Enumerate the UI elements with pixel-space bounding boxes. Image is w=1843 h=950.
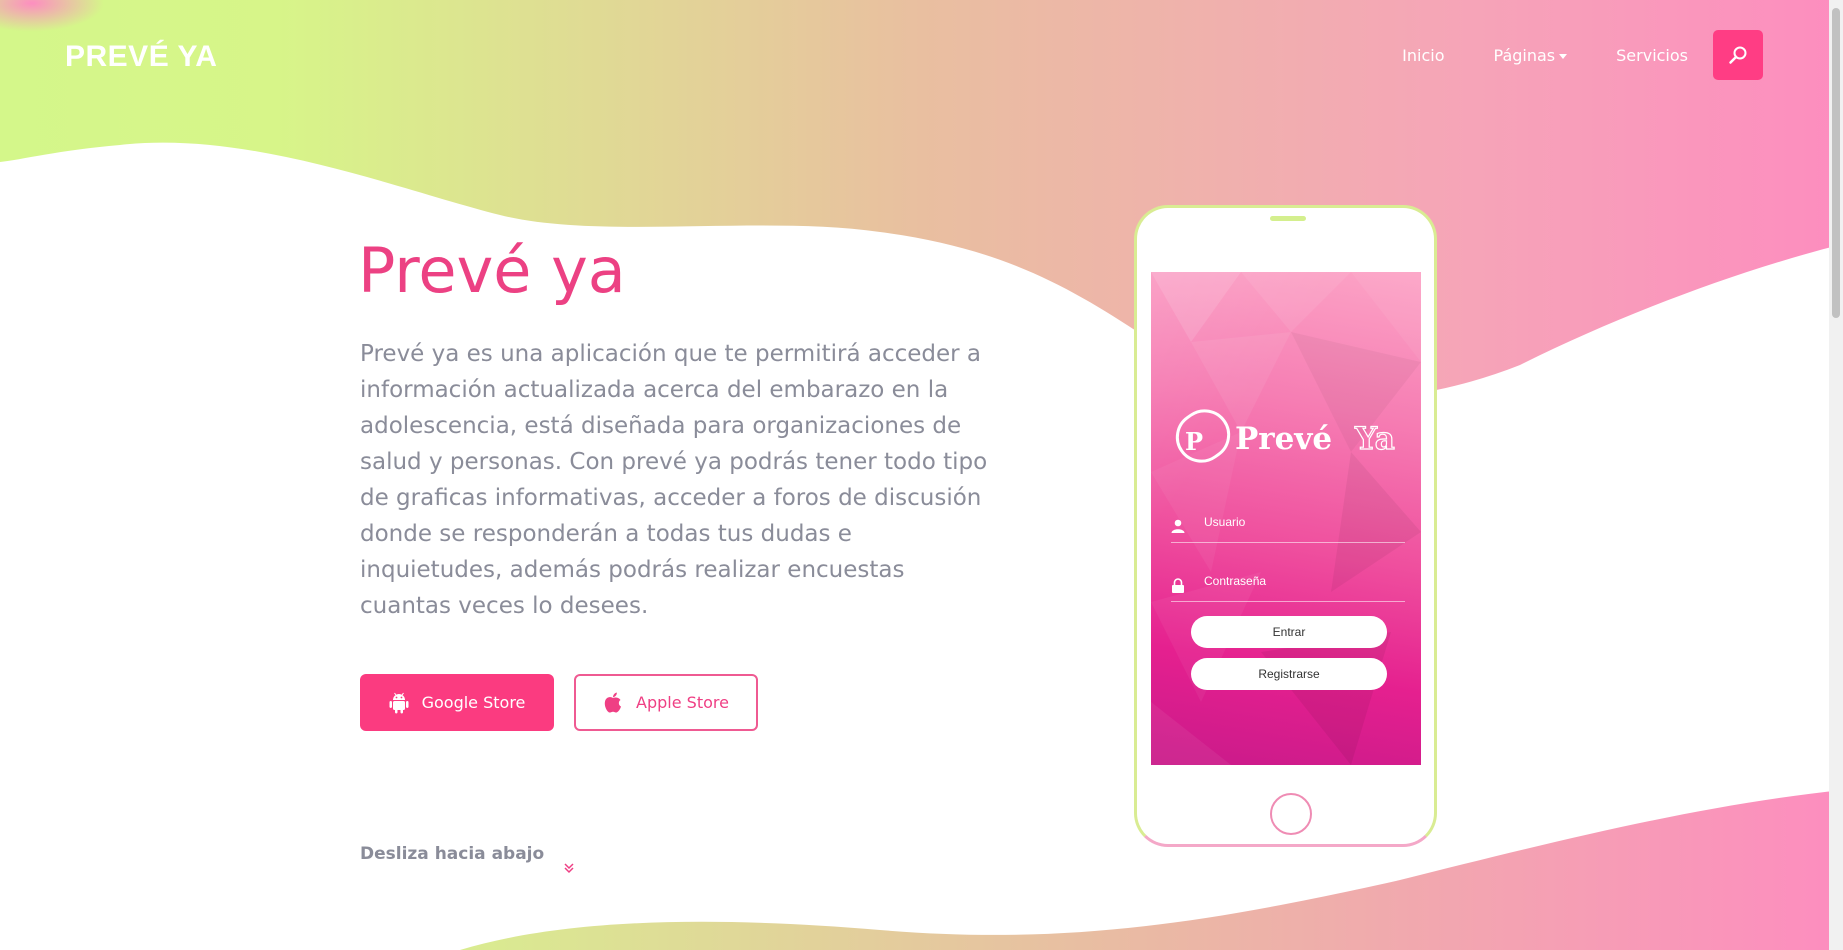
brand-logo[interactable]: PREVÉ YA [65, 40, 217, 74]
hero-title: Prevé ya [358, 234, 626, 307]
password-label: Contraseña [1204, 574, 1267, 588]
nav-paginas-dropdown[interactable]: Páginas [1494, 46, 1568, 65]
username-label: Usuario [1204, 515, 1246, 529]
register-button[interactable]: Registrarse [1191, 658, 1387, 690]
password-field[interactable]: Contraseña [1171, 570, 1405, 602]
page-scrollbar[interactable] [1829, 0, 1843, 950]
search-icon [1729, 46, 1747, 64]
nav-servicios[interactable]: Servicios [1616, 46, 1688, 65]
phone-screen: P Prevé Ya Usuario Contraseña Entrar Reg… [1151, 272, 1421, 765]
double-chevron-down-icon[interactable] [563, 862, 575, 874]
search-button[interactable] [1713, 30, 1763, 80]
nav-paginas-label: Páginas [1493, 45, 1556, 65]
user-icon [1171, 519, 1185, 533]
phone-speaker [1270, 216, 1306, 221]
apple-store-label: Apple Store [636, 693, 729, 712]
phone-home-button [1270, 793, 1312, 835]
apple-icon [603, 692, 623, 714]
apple-store-button[interactable]: Apple Store [574, 674, 758, 731]
scroll-hint: Desliza hacia abajo [360, 844, 545, 864]
app-logo: P Prevé Ya [1175, 409, 1395, 463]
login-button[interactable]: Entrar [1191, 616, 1387, 648]
google-store-button[interactable]: Google Store [360, 674, 554, 731]
caret-down-icon [1559, 53, 1568, 59]
google-store-label: Google Store [421, 693, 526, 712]
app-logo-badge: P [1185, 427, 1203, 456]
nav-inicio[interactable]: Inicio [1402, 46, 1444, 65]
phone-mockup: P Prevé Ya Usuario Contraseña Entrar Reg… [1134, 205, 1437, 847]
lock-icon [1172, 578, 1184, 593]
android-icon [389, 692, 409, 714]
app-logo-text-outline: Ya [1354, 421, 1395, 457]
scrollbar-thumb[interactable] [1832, 8, 1840, 318]
hero-description: Prevé ya es una aplicación que te permit… [360, 341, 988, 619]
username-field[interactable]: Usuario [1171, 511, 1405, 543]
main-nav: Inicio Páginas Servicios [1353, 30, 1763, 80]
app-logo-text: Prevé [1235, 421, 1332, 457]
